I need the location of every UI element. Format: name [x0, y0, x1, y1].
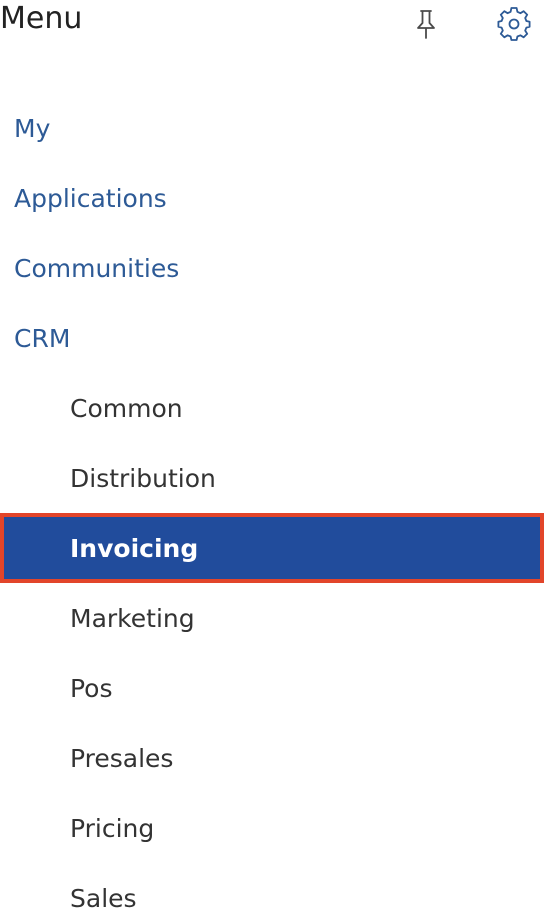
menu-subitem-presales[interactable]: Presales: [0, 723, 544, 793]
menu-subitem-invoicing[interactable]: Invoicing: [0, 513, 544, 583]
menu-subitem-pos[interactable]: Pos: [0, 653, 544, 723]
pin-button[interactable]: [406, 4, 446, 44]
menu-item-crm[interactable]: CRM: [0, 303, 544, 373]
menu-header: Menu: [0, 0, 544, 60]
menu-subitem-marketing[interactable]: Marketing: [0, 583, 544, 653]
menu-item-communities[interactable]: Communities: [0, 233, 544, 303]
menu-subitem-sales[interactable]: Sales: [0, 863, 544, 922]
settings-button[interactable]: [494, 4, 534, 44]
menu-subitem-common[interactable]: Common: [0, 373, 544, 443]
pin-icon: [417, 10, 435, 39]
menu-subitem-pricing[interactable]: Pricing: [0, 793, 544, 863]
menu-subitem-distribution[interactable]: Distribution: [0, 443, 544, 513]
menu-list: My Applications Communities CRM Common D…: [0, 93, 544, 922]
menu-title: Menu: [0, 1, 83, 36]
menu-item-applications[interactable]: Applications: [0, 163, 544, 233]
gear-icon: [497, 7, 531, 41]
menu-panel: Menu My Applications Communities CRM Com…: [0, 0, 544, 922]
menu-item-my[interactable]: My: [0, 93, 544, 163]
